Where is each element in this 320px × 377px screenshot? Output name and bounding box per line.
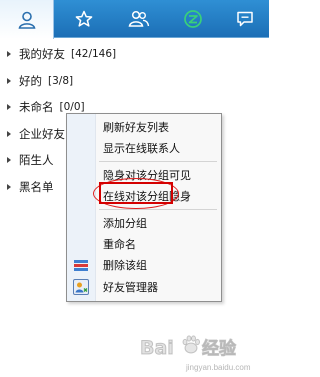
svg-text:Bai: Bai — [140, 337, 174, 359]
menu-item-add-group[interactable]: 添加分组 — [67, 213, 221, 233]
svg-text:经验: 经验 — [202, 338, 237, 359]
menu-item-label: 删除该组 — [103, 259, 147, 272]
group-online-count: [3/8] — [48, 74, 74, 87]
group-online-count: [42/146] — [71, 48, 117, 61]
collapsed-arrow-icon — [7, 104, 11, 111]
menu-item-label: 好友管理器 — [103, 281, 158, 294]
menu-item-rename[interactable]: 重命名 — [67, 234, 221, 254]
contact-person-icon — [18, 11, 35, 29]
group-name: 好的 — [19, 73, 42, 88]
star-icon — [75, 10, 93, 27]
group-name: 黑名单 — [19, 179, 54, 194]
group-row[interactable]: 好的 [3/8] — [0, 68, 269, 95]
group-icon — [128, 10, 150, 27]
chat-bubble-icon — [237, 11, 253, 27]
menu-item-refresh-friend-list[interactable]: 刷新好友列表 — [67, 117, 221, 137]
menu-item-label: 添加分组 — [103, 217, 147, 230]
qzone-icon — [184, 10, 202, 28]
tab-qzone[interactable] — [166, 0, 220, 38]
tab-contacts[interactable] — [0, 0, 54, 39]
collapsed-arrow-icon — [7, 51, 11, 58]
friend-manager-icon — [73, 279, 89, 295]
menu-item-label: 显示在线联系人 — [103, 142, 180, 155]
group-name: 陌生人 — [19, 153, 54, 168]
delete-group-icon — [74, 260, 88, 271]
menu-item-label: 刷新好友列表 — [103, 121, 169, 134]
collapsed-arrow-icon — [7, 77, 11, 84]
collapsed-arrow-icon — [7, 183, 11, 190]
menu-separator — [99, 161, 217, 162]
tab-recent-chats[interactable] — [221, 0, 269, 38]
group-name: 我的好友 — [19, 47, 65, 62]
group-name: 企业好友 — [19, 126, 65, 141]
group-online-count: [0/0] — [59, 101, 85, 114]
tab-bar — [0, 0, 269, 39]
menu-separator — [99, 209, 217, 210]
tab-favorites[interactable] — [57, 0, 111, 38]
watermark-url: jingyan.baidu.com — [186, 363, 251, 372]
menu-item-delete-group[interactable]: 删除该组 — [67, 255, 221, 275]
group-row[interactable]: 我的好友 [42/146] — [0, 41, 269, 68]
collapsed-arrow-icon — [7, 157, 11, 164]
group-name: 未命名 — [19, 100, 54, 115]
annotation-highlight-box — [99, 182, 173, 204]
tab-groups[interactable] — [112, 0, 166, 38]
menu-item-show-online-contacts[interactable]: 显示在线联系人 — [67, 138, 221, 158]
menu-item-friend-manager[interactable]: 好友管理器 — [67, 277, 221, 297]
menu-item-label: 重命名 — [103, 238, 136, 251]
qq-contact-panel: 我的好友 [42/146] 好的 [3/8] 未命名 [0/0] 企业好友 陌生… — [0, 0, 269, 377]
collapsed-arrow-icon — [7, 130, 11, 137]
